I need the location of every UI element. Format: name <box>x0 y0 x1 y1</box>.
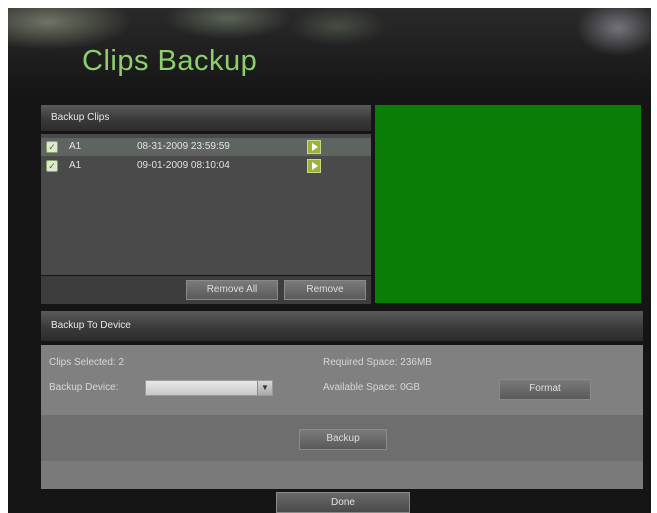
done-button[interactable]: Done <box>276 492 410 513</box>
clips-selected-text: Clips Selected: 2 <box>49 357 125 368</box>
backup-action-area: Backup <box>41 415 643 461</box>
required-space-text: Required Space: 236MB <box>323 357 432 368</box>
clip-row[interactable]: ✓ A1 09-01-2009 08:10:04 <box>41 157 371 175</box>
clip-camera: A1 <box>69 141 82 152</box>
clips-backup-window: Clips Backup Backup Clips ✓ A1 08-31-200… <box>8 8 651 513</box>
clip-checkbox[interactable]: ✓ <box>46 141 58 153</box>
remove-button[interactable]: Remove <box>284 280 366 300</box>
backup-to-device-panel: Clips Selected: 2 Required Space: 236MB … <box>41 345 643 489</box>
play-icon[interactable] <box>307 159 321 173</box>
clip-timestamp: 09-01-2009 08:10:04 <box>137 160 230 171</box>
play-icon[interactable] <box>307 140 321 154</box>
clip-timestamp: 08-31-2009 23:59:59 <box>137 141 230 152</box>
clip-row[interactable]: ✓ A1 08-31-2009 23:59:59 <box>41 138 371 156</box>
clip-checkbox[interactable]: ✓ <box>46 160 58 172</box>
backup-to-device-header: Backup To Device <box>41 311 643 341</box>
remove-all-button[interactable]: Remove All <box>186 280 278 300</box>
backup-device-select[interactable]: ▼ <box>145 380 273 396</box>
dropdown-arrow-icon[interactable]: ▼ <box>257 381 272 395</box>
clip-list[interactable]: ✓ A1 08-31-2009 23:59:59 ✓ A1 09-01-2009… <box>41 134 371 275</box>
video-preview <box>375 105 641 303</box>
backup-device-label: Backup Device: <box>49 382 119 393</box>
device-info-area: Clips Selected: 2 Required Space: 236MB … <box>41 345 643 415</box>
available-space-text: Available Space: 0GB <box>323 382 421 393</box>
format-button[interactable]: Format <box>499 379 591 400</box>
panel-bottom-bar <box>41 461 643 489</box>
backup-button[interactable]: Backup <box>299 429 387 450</box>
clip-list-footer: Remove All Remove <box>41 276 371 304</box>
clip-camera: A1 <box>69 160 82 171</box>
page-title: Clips Backup <box>82 45 258 77</box>
backup-clips-header: Backup Clips <box>41 105 371 131</box>
